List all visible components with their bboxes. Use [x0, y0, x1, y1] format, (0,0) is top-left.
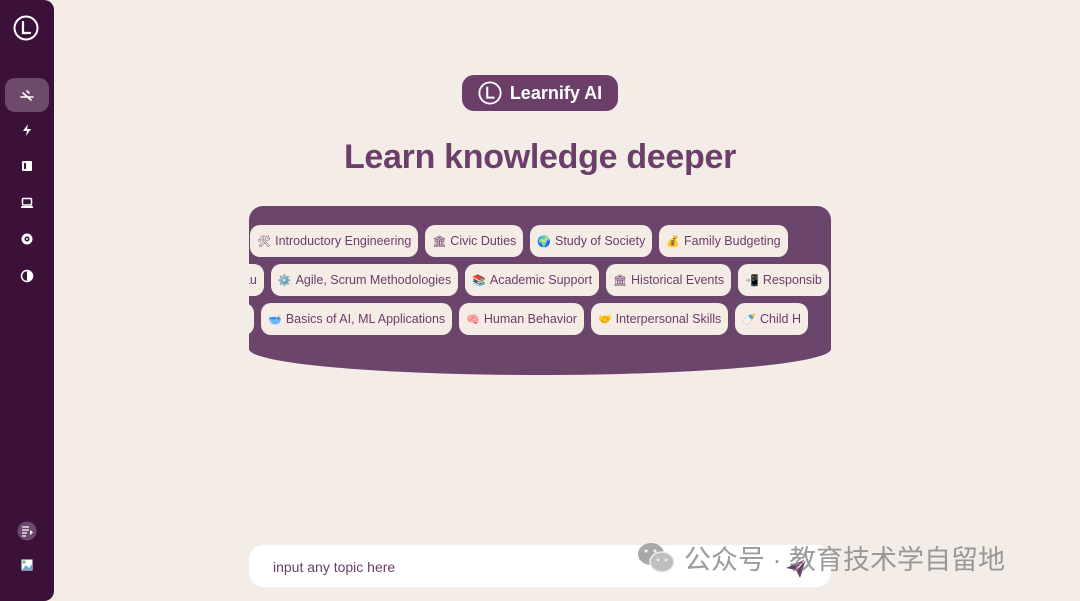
brand-badge: Learnify AI [462, 75, 618, 111]
topic-emoji-icon: ⚙️ [277, 274, 292, 287]
topic-emoji-icon: 🥣 [268, 313, 282, 326]
topic-chip[interactable]: 📚 Academic Support [465, 264, 600, 296]
topic-chip[interactable]: 🍼 Child H [735, 303, 808, 335]
topic-chip[interactable]: ⚙️ Agile, Scrum Methodologies [270, 264, 459, 296]
wechat-icon [638, 542, 675, 573]
contrast-icon [20, 269, 34, 283]
topic-emoji-icon: 🤝 [597, 313, 612, 326]
sidebar-item-target[interactable] [5, 222, 49, 256]
sidebar-item-avatar[interactable] [5, 548, 49, 582]
topic-emoji-icon: 💰 [666, 235, 681, 248]
page-title: Learn knowledge deeper [343, 138, 737, 176]
topic-emoji-icon: 🏛 [613, 274, 628, 287]
topic-chip[interactable]: 🌍 Study of Society [530, 225, 653, 257]
topic-chip[interactable]: 🧠 Human Behavior [459, 303, 584, 335]
topic-emoji-icon: 📚 [472, 274, 486, 287]
topic-row-1: alth 🛠Introductory Engineering 🏛Civic Du… [249, 225, 788, 257]
topic-emoji-icon: 🌍 [537, 235, 551, 248]
sidebar-item-laptop[interactable] [5, 186, 49, 220]
learnify-logo-icon[interactable] [13, 15, 39, 41]
sidebar-item-plane[interactable] [5, 78, 49, 112]
watermark-text: 公众号 · 教育技术学自留地 [684, 545, 1005, 575]
topic-emoji-icon: 🧠 [466, 313, 480, 326]
topic-emoji-icon: 🏛 [432, 235, 447, 248]
topic-chip[interactable]: 🏛 Civic Duties [425, 225, 524, 257]
topic-row-2: eau ⚙️Agile, Scrum Methodologies 📚Academ… [249, 264, 829, 296]
wechat-watermark: 公众号 · 教育技术学自留地 [636, 538, 1005, 577]
topic-chip[interactable]: 🏛 Historical Events [606, 264, 732, 296]
sidebar-item-contrast[interactable] [5, 259, 49, 293]
avatar-icon [21, 559, 33, 571]
topic-chip[interactable]: 📲 Responsib [738, 264, 829, 296]
target-icon [21, 233, 33, 245]
bolt-icon [23, 124, 31, 136]
topic-chip[interactable]: 🥣 Basics of AI, ML Applications [261, 303, 453, 335]
topic-chip[interactable]: 🛠 Introductory Engineering [250, 225, 419, 257]
learnify-logo-icon [478, 81, 502, 105]
brand-name: Learnify AI [509, 82, 603, 103]
topic-chip[interactable]: 🤝 Interpersonal Skills [590, 303, 729, 335]
sidebar [0, 0, 54, 601]
sidebar-item-notes[interactable] [5, 514, 49, 548]
topic-row-3: ages 🥣Basics of AI, ML Applications 🧠Hum… [249, 303, 808, 335]
topic-chip[interactable]: 💰 Family Budgeting [659, 225, 788, 257]
topic-chip[interactable]: ages [249, 303, 255, 335]
plane-icon [20, 90, 34, 101]
topic-chip[interactable]: eau [249, 264, 264, 296]
laptop-icon [21, 197, 33, 208]
topic-carousel: alth 🛠Introductory Engineering 🏛Civic Du… [249, 206, 831, 375]
topic-emoji-icon: 🍼 [742, 313, 756, 326]
topic-emoji-icon: 📲 [745, 274, 759, 287]
topic-emoji-icon: 🛠 [257, 235, 272, 248]
notes-icon [17, 521, 37, 541]
